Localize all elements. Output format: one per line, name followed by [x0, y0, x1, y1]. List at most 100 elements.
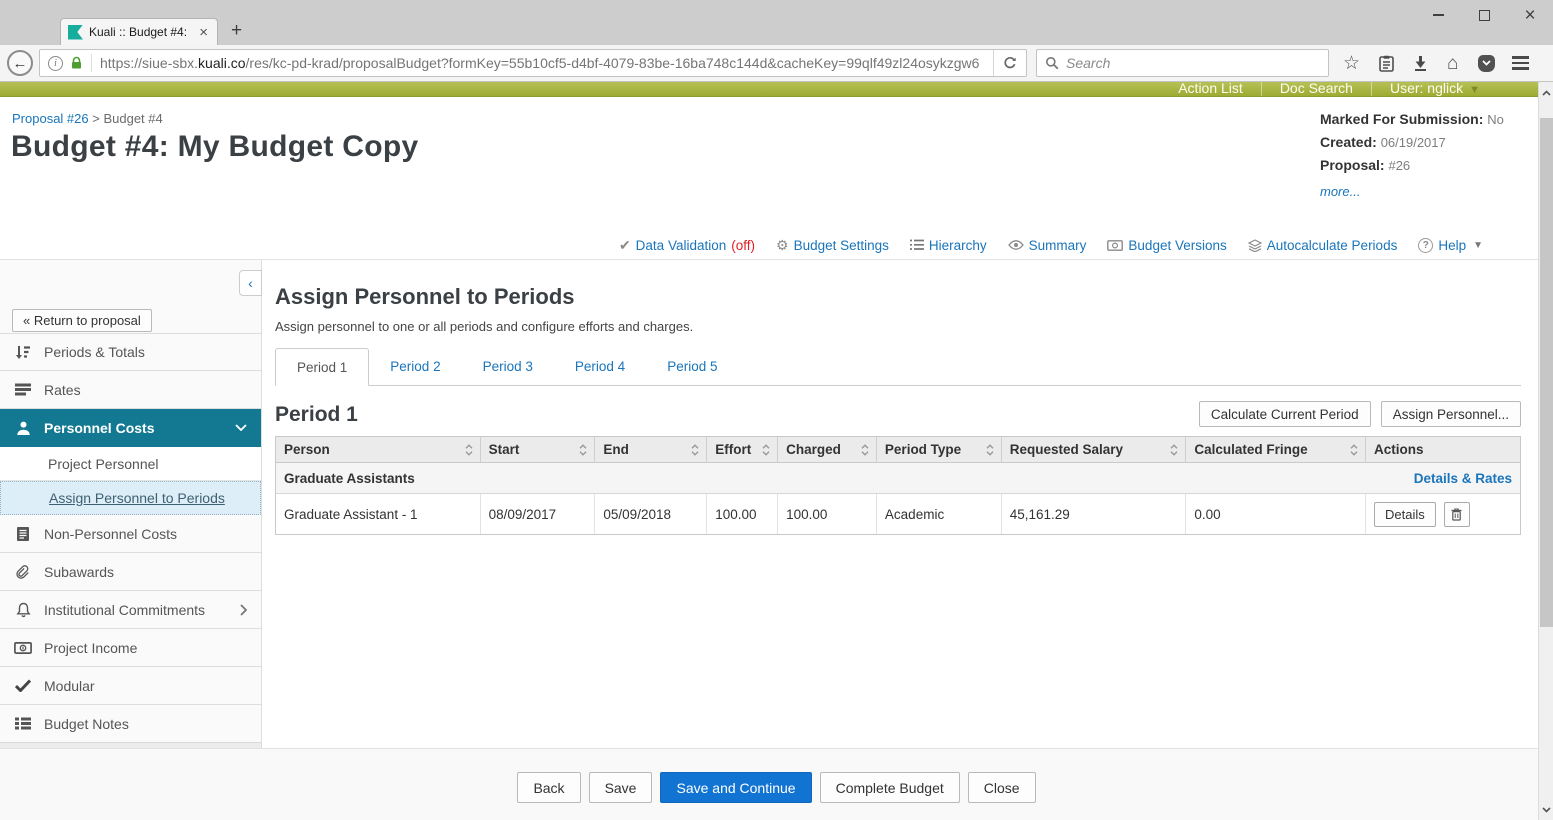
breadcrumb: Proposal #26 > Budget #4 [12, 111, 163, 126]
pocket-icon[interactable] [1478, 55, 1495, 72]
sort-icon [691, 444, 699, 456]
bookmark-star-icon[interactable]: ☆ [1343, 54, 1360, 73]
group-row-graduate-assistants: Graduate Assistants Details & Rates [276, 463, 1520, 494]
scroll-up-icon[interactable] [1539, 85, 1553, 100]
col-header-effort[interactable]: Effort [707, 437, 778, 462]
sidebar-item-modular[interactable]: Modular [0, 667, 261, 705]
search-input[interactable]: Search [1036, 49, 1329, 77]
budget-versions-button[interactable]: Budget Versions [1107, 238, 1226, 253]
page-title: Budget #4: My Budget Copy [11, 130, 419, 164]
page-info-icon[interactable]: i [48, 56, 63, 71]
doc-metadata: Marked For Submission: No Created: 06/19… [1320, 111, 1510, 201]
hierarchy-button[interactable]: Hierarchy [910, 238, 987, 253]
home-icon[interactable]: ⌂ [1447, 54, 1458, 73]
reload-button[interactable] [993, 50, 1026, 76]
main-content: Assign Personnel to Periods Assign perso… [262, 260, 1540, 748]
cell-actions: Details [1366, 494, 1520, 534]
vertical-scrollbar[interactable] [1538, 82, 1553, 820]
reading-list-icon[interactable] [1379, 55, 1394, 72]
url-bar[interactable]: i https://siue-sbx.kuali.co/res/kc-pd-kr… [39, 49, 1027, 77]
validation-off-badge: (off) [731, 238, 755, 253]
breadcrumb-proposal-link[interactable]: Proposal #26 [12, 111, 89, 126]
doc-search-link[interactable]: Doc Search [1261, 82, 1371, 96]
sidebar-item-project-income[interactable]: Project Income [0, 629, 261, 667]
budget-settings-button[interactable]: ⚙ Budget Settings [776, 237, 889, 254]
downloads-icon[interactable] [1413, 55, 1428, 71]
back-button[interactable]: ← [7, 50, 33, 76]
action-list-link[interactable]: Action List [1160, 82, 1261, 96]
more-link[interactable]: more... [1320, 184, 1360, 199]
col-header-end[interactable]: End [595, 437, 707, 462]
tab-period-2[interactable]: Period 2 [369, 348, 461, 385]
eye-icon [1008, 240, 1024, 250]
assign-personnel-button[interactable]: Assign Personnel... [1381, 401, 1521, 427]
sidebar-item-budget-notes[interactable]: Budget Notes [0, 705, 261, 743]
cell-end: 05/09/2018 [595, 494, 707, 534]
sidebar-item-rates[interactable]: Rates [0, 371, 261, 409]
user-menu[interactable]: User: nglick▼ [1371, 82, 1498, 96]
sidebar-item-personnel-costs[interactable]: Personnel Costs [0, 409, 261, 447]
help-menu-button[interactable]: ? Help ▼ [1418, 238, 1483, 253]
col-header-charged[interactable]: Charged [778, 437, 877, 462]
close-budget-button[interactable]: Close [968, 772, 1036, 803]
col-header-person[interactable]: Person [276, 437, 481, 462]
group-label: Graduate Assistants [284, 471, 415, 486]
delete-row-button[interactable] [1444, 502, 1470, 527]
save-and-continue-button[interactable]: Save and Continue [660, 772, 811, 803]
scroll-down-icon[interactable] [1539, 802, 1553, 817]
scrollbar-thumb[interactable] [1540, 118, 1553, 627]
user-caret-icon: ▼ [1469, 84, 1480, 96]
cell-start: 08/09/2017 [481, 494, 596, 534]
col-header-start[interactable]: Start [481, 437, 596, 462]
details-and-rates-link[interactable]: Details & Rates [1414, 471, 1512, 486]
hierarchy-list-icon [910, 239, 924, 251]
calculate-current-period-button[interactable]: Calculate Current Period [1199, 401, 1371, 427]
tab-close-icon[interactable]: × [197, 24, 210, 41]
minimize-button[interactable] [1415, 0, 1461, 30]
paperclip-icon [14, 564, 32, 580]
maximize-button[interactable] [1461, 0, 1507, 30]
sort-icon [762, 444, 770, 456]
new-tab-button[interactable]: + [231, 20, 242, 42]
bell-icon [14, 602, 32, 618]
sidebar-collapse-button[interactable]: ‹ [239, 270, 262, 296]
section-heading: Assign Personnel to Periods [275, 284, 1521, 310]
browser-tab[interactable]: Kuali :: Budget #4: My Budg × [60, 18, 218, 45]
tab-period-3[interactable]: Period 3 [462, 348, 554, 385]
tab-period-5[interactable]: Period 5 [646, 348, 738, 385]
secure-lock-icon[interactable] [70, 56, 83, 70]
complete-budget-button[interactable]: Complete Budget [820, 772, 960, 803]
kuali-portal-bar: Action List Doc Search User: nglick▼ [0, 82, 1553, 97]
details-button[interactable]: Details [1374, 502, 1436, 527]
col-header-requested-salary[interactable]: Requested Salary [1002, 437, 1187, 462]
col-header-period-type[interactable]: Period Type [877, 437, 1002, 462]
close-button[interactable]: × [1507, 0, 1553, 30]
save-button[interactable]: Save [589, 772, 653, 803]
sort-icon [986, 444, 994, 456]
table-row: Graduate Assistant - 1 08/09/2017 05/09/… [276, 494, 1520, 534]
back-action-button[interactable]: Back [517, 772, 580, 803]
sidebar-item-project-personnel[interactable]: Project Personnel [0, 447, 261, 481]
browser-navbar: ← i https://siue-sbx.kuali.co/res/kc-pd-… [0, 45, 1553, 82]
cell-calculated-fringe: 0.00 [1186, 494, 1366, 534]
cell-effort: 100.00 [707, 494, 778, 534]
tab-period-4[interactable]: Period 4 [554, 348, 646, 385]
menu-hamburger-icon[interactable] [1512, 56, 1529, 70]
section-subheading: Assign personnel to one or all periods a… [275, 319, 1521, 334]
summary-button[interactable]: Summary [1008, 238, 1087, 253]
sidebar-item-periods-totals[interactable]: Periods & Totals [0, 333, 261, 371]
check-icon [14, 679, 32, 692]
sidebar-item-subawards[interactable]: Subawards [0, 553, 261, 591]
autocalculate-periods-button[interactable]: Autocalculate Periods [1248, 238, 1398, 253]
tab-title: Kuali :: Budget #4: My Budg [89, 25, 191, 39]
budget-body: ‹ « Return to proposal Periods & Totals … [0, 259, 1538, 748]
tab-period-1[interactable]: Period 1 [275, 348, 369, 386]
sidebar-item-institutional-commitments[interactable]: Institutional Commitments [0, 591, 261, 629]
return-to-proposal-button[interactable]: « Return to proposal [12, 309, 152, 332]
sidebar-item-assign-personnel-to-periods[interactable]: Assign Personnel to Periods [0, 481, 261, 515]
col-header-calculated-fringe[interactable]: Calculated Fringe [1186, 437, 1366, 462]
document-icon [14, 526, 32, 542]
sidebar-item-non-personnel-costs[interactable]: Non-Personnel Costs [0, 515, 261, 553]
data-validation-button[interactable]: ✔ Data Validation (off) [619, 237, 755, 254]
meta-created: Created: 06/19/2017 [1320, 134, 1510, 150]
